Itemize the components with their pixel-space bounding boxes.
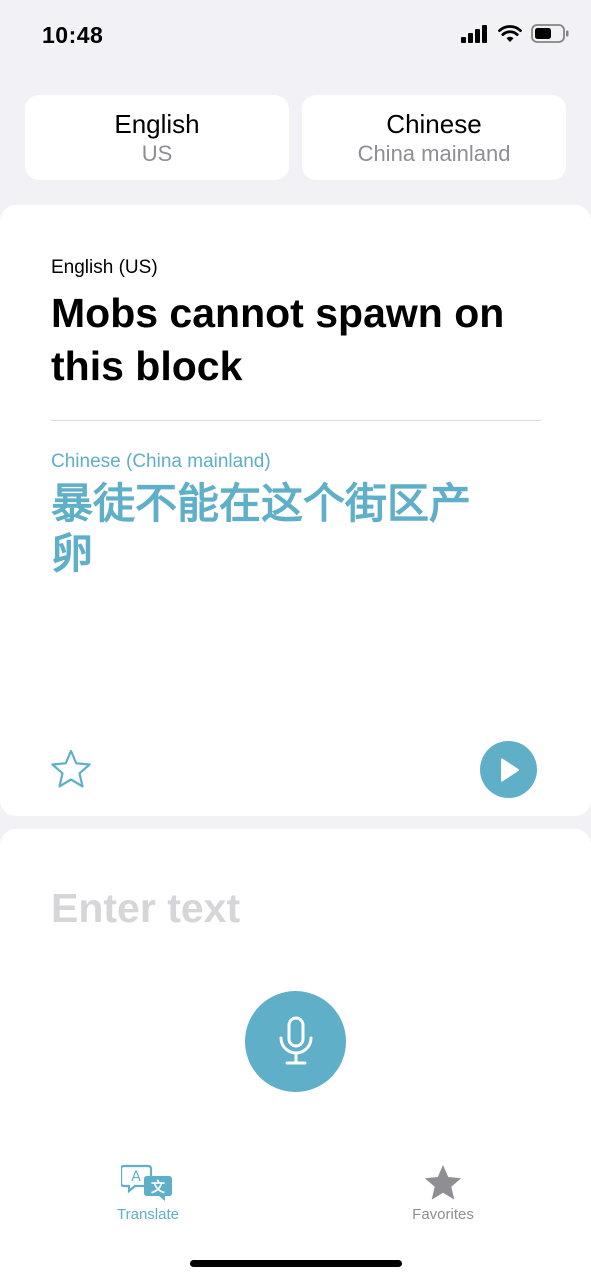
language-selector-row: English US Chinese China mainland bbox=[25, 95, 566, 180]
target-language-name: Chinese bbox=[386, 108, 482, 139]
divider bbox=[51, 420, 541, 421]
source-language-label: English (US) bbox=[51, 257, 158, 278]
favorite-button[interactable] bbox=[50, 748, 92, 790]
translation-card: English (US) Mobs cannot spawn on this b… bbox=[0, 205, 591, 816]
translate-icon: A 文 bbox=[121, 1164, 172, 1201]
target-language-region: China mainland bbox=[357, 140, 511, 166]
status-icons bbox=[461, 24, 569, 43]
input-card: A 文 Translate Favorites bbox=[0, 829, 591, 1280]
tab-translate[interactable]: A 文 Translate bbox=[88, 1164, 208, 1223]
svg-text:A: A bbox=[131, 1169, 141, 1185]
battery-icon bbox=[531, 24, 569, 43]
microphone-button[interactable] bbox=[245, 991, 346, 1092]
cellular-signal-icon bbox=[461, 24, 487, 43]
star-icon bbox=[424, 1165, 462, 1200]
wifi-icon bbox=[498, 24, 522, 42]
status-time: 10:48 bbox=[42, 22, 104, 48]
svg-text:文: 文 bbox=[151, 1179, 166, 1196]
microphone-icon bbox=[279, 1016, 312, 1064]
text-input[interactable] bbox=[51, 881, 541, 935]
target-language-label: Chinese (China mainland) bbox=[51, 451, 271, 472]
home-indicator bbox=[190, 1260, 402, 1267]
target-language-button[interactable]: Chinese China mainland bbox=[302, 95, 566, 180]
source-language-button[interactable]: English US bbox=[25, 95, 289, 180]
tab-translate-label: Translate bbox=[117, 1206, 179, 1223]
tab-favorites[interactable]: Favorites bbox=[383, 1164, 503, 1223]
status-bar: 10:48 bbox=[0, 0, 591, 70]
translated-text[interactable]: 暴徒不能在这个街区产卵 bbox=[51, 479, 511, 579]
source-text[interactable]: Mobs cannot spawn on this block bbox=[51, 287, 551, 393]
play-icon bbox=[500, 758, 519, 781]
play-button[interactable] bbox=[480, 741, 537, 798]
star-outline-icon bbox=[51, 749, 91, 788]
tab-favorites-label: Favorites bbox=[412, 1206, 474, 1223]
source-language-name: English bbox=[114, 108, 200, 139]
source-language-region: US bbox=[141, 140, 173, 166]
